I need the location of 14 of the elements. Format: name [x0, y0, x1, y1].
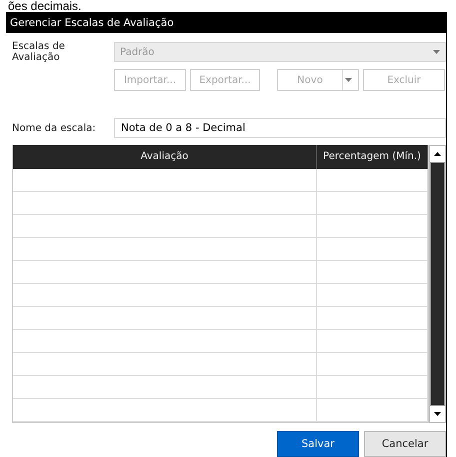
caret-icon — [433, 50, 440, 54]
caret-icon — [345, 78, 352, 82]
field-label: Nome da escala: — [12, 122, 97, 134]
window-title: Gerenciar Escalas de Avaliação — [6, 12, 446, 33]
column-header[interactable]: Avaliação — [13, 145, 317, 169]
background-text: ões decimais. — [7, 0, 82, 12]
scrollbar[interactable] — [429, 145, 446, 423]
scale-name-field[interactable]: Nota de 0 a 8 - Decimal — [114, 118, 446, 138]
down-arrow-icon[interactable] — [434, 412, 441, 416]
save-button[interactable]: Salvar — [277, 431, 359, 457]
cancel-button[interactable]: Cancelar — [364, 431, 446, 457]
field-label: Escalas de Avaliação — [12, 41, 66, 63]
up-arrow-icon[interactable] — [434, 152, 441, 156]
column-header[interactable]: Percentagem (Mín.) — [317, 145, 428, 169]
